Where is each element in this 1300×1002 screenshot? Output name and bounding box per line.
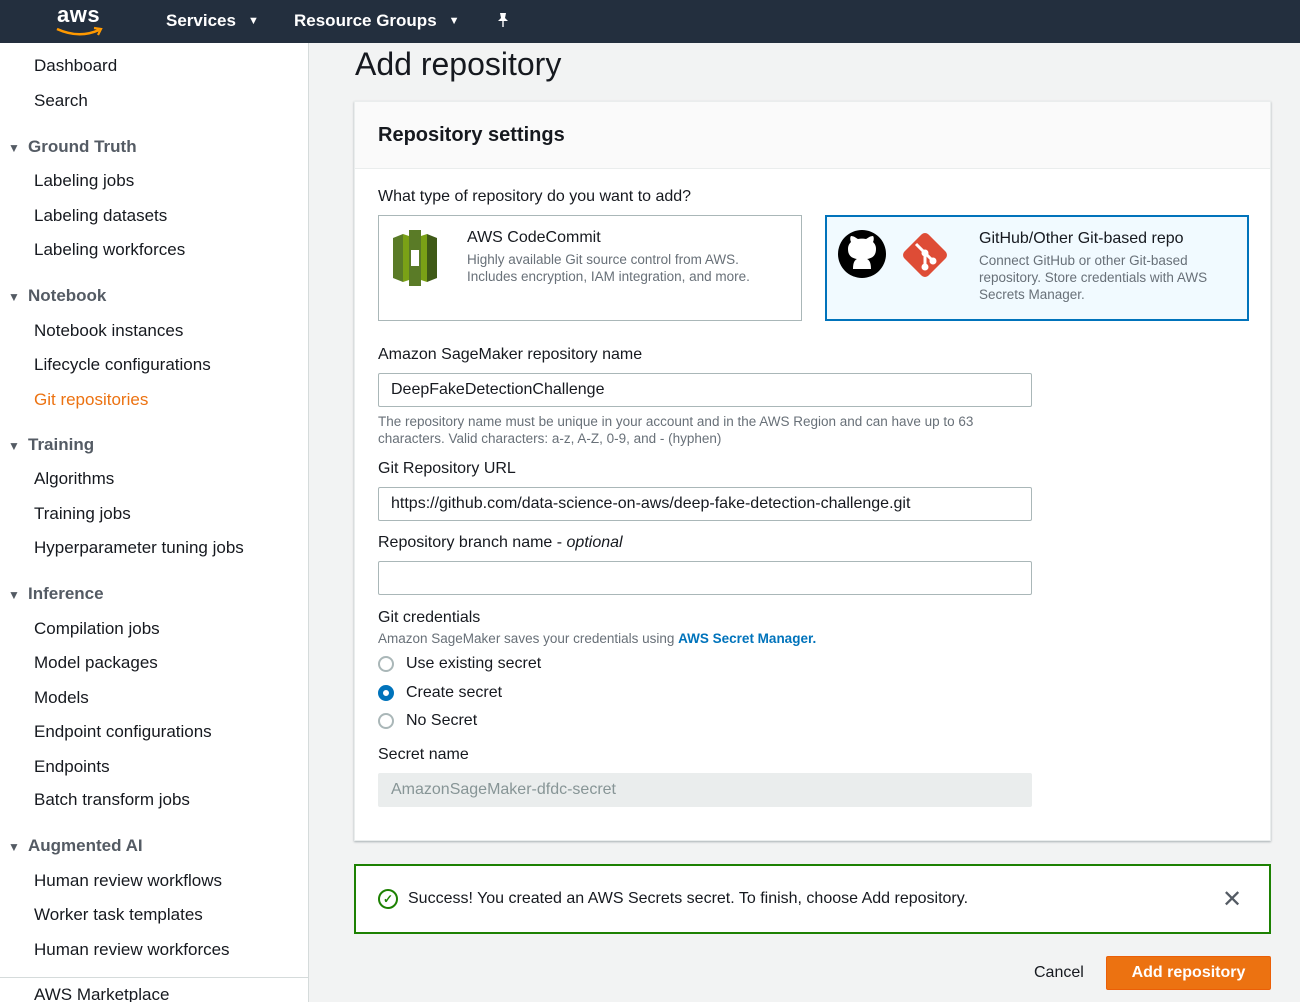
sidebar-item-endpoint-configurations[interactable]: Endpoint configurations: [34, 722, 212, 742]
section-title: Ground Truth: [28, 137, 137, 156]
section-title: Training: [28, 435, 95, 454]
caret-down-icon: ▼: [8, 141, 20, 155]
panel-title: Repository settings: [378, 124, 565, 146]
sidebar-item-aws-marketplace[interactable]: AWS Marketplace: [34, 985, 169, 1002]
aws-logo-text: aws: [57, 2, 101, 27]
sidebar-item-human-review-workforces[interactable]: Human review workforces: [34, 940, 230, 960]
repo-name-hint: The repository name must be unique in yo…: [378, 414, 974, 446]
sidebar-item-models[interactable]: Models: [34, 688, 89, 708]
github-title: GitHub/Other Git-based repo: [979, 230, 1184, 247]
codecommit-option-card[interactable]: AWS CodeCommit Highly available Git sour…: [378, 215, 802, 321]
sidebar-item-labeling-workforces[interactable]: Labeling workforces: [34, 240, 185, 260]
section-title: Inference: [28, 584, 104, 603]
sidebar-item-git-repositories[interactable]: Git repositories: [34, 390, 148, 410]
radio-button-checked[interactable]: [378, 685, 394, 701]
sidebar-item-dashboard[interactable]: Dashboard: [34, 56, 117, 76]
github-description: Connect GitHub or other Git-based reposi…: [979, 253, 1208, 302]
aws-secret-manager-link[interactable]: AWS Secret Manager.: [678, 631, 816, 646]
sidebar-section-ground-truth[interactable]: ▼ Ground Truth: [0, 137, 137, 157]
branch-input[interactable]: [378, 561, 1032, 595]
resource-groups-label: Resource Groups: [294, 11, 437, 30]
panel-header: Repository settings: [355, 102, 1270, 169]
caret-down-icon: ▼: [8, 588, 20, 602]
codecommit-title: AWS CodeCommit: [467, 229, 601, 246]
sidebar-item-search[interactable]: Search: [34, 91, 88, 111]
secret-name-label: Secret name: [378, 746, 469, 763]
sidebar-section-augmented-ai[interactable]: ▼ Augmented AI: [0, 836, 143, 856]
close-icon[interactable]: ✕: [1222, 885, 1242, 914]
branch-optional-text: optional: [566, 534, 623, 551]
radio-button[interactable]: [378, 656, 394, 672]
aws-smile-icon: [56, 26, 103, 36]
resource-groups-menu[interactable]: Resource Groups ▼: [294, 11, 460, 31]
secret-name-input: AmazonSageMaker-dfdc-secret: [378, 773, 1032, 807]
caret-down-icon: ▼: [8, 290, 20, 304]
credentials-hint-text: Amazon SageMaker saves your credentials …: [378, 631, 679, 646]
sidebar-item-training-jobs[interactable]: Training jobs: [34, 504, 131, 524]
chevron-down-icon: ▼: [448, 15, 460, 27]
codecommit-description: Highly available Git source control from…: [467, 252, 750, 284]
sidebar-item-model-packages[interactable]: Model packages: [34, 653, 158, 673]
git-credentials-hint: Amazon SageMaker saves your credentials …: [378, 630, 816, 647]
radio-label: No Secret: [406, 712, 478, 729]
success-flashbar: ✓ Success! You created an AWS Secrets se…: [354, 864, 1271, 934]
radio-no-secret[interactable]: No Secret: [378, 712, 477, 730]
sidebar-section-inference[interactable]: ▼ Inference: [0, 584, 104, 604]
sidebar-item-batch-transform-jobs[interactable]: Batch transform jobs: [34, 790, 190, 810]
sidebar-item-compilation-jobs[interactable]: Compilation jobs: [34, 619, 160, 639]
github-icon: [838, 230, 886, 278]
radio-label: Create secret: [406, 684, 503, 701]
repository-settings-panel: Repository settings What type of reposit…: [354, 101, 1271, 841]
git-url-label: Git Repository URL: [378, 460, 516, 477]
aws-logo[interactable]: aws: [55, 2, 107, 40]
success-message: Success! You created an AWS Secrets secr…: [408, 890, 969, 907]
caret-down-icon: ▼: [8, 840, 20, 854]
caret-down-icon: ▼: [8, 439, 20, 453]
services-label: Services: [166, 11, 236, 30]
pin-icon[interactable]: [496, 12, 510, 33]
git-credentials-label: Git credentials: [378, 609, 481, 626]
sidebar-item-endpoints[interactable]: Endpoints: [34, 757, 110, 777]
codecommit-icon: [393, 230, 437, 286]
check-circle-icon: ✓: [378, 889, 398, 909]
repo-name-input[interactable]: DeepFakeDetectionChallenge: [378, 373, 1032, 407]
git-icon: [903, 233, 947, 277]
github-option-card[interactable]: GitHub/Other Git-based repo Connect GitH…: [825, 215, 1249, 321]
section-title: Augmented AI: [28, 836, 143, 855]
sidebar-item-algorithms[interactable]: Algorithms: [34, 469, 114, 489]
branch-label: Repository branch name - optional: [378, 534, 623, 552]
sidebar-item-labeling-datasets[interactable]: Labeling datasets: [34, 206, 167, 226]
sidebar-divider: [0, 977, 309, 978]
chevron-down-icon: ▼: [247, 15, 259, 27]
sidebar-item-hyperparameter-tuning-jobs[interactable]: Hyperparameter tuning jobs: [34, 538, 244, 558]
branch-label-text: Repository branch name -: [378, 534, 567, 551]
sidebar-item-lifecycle-configurations[interactable]: Lifecycle configurations: [34, 355, 211, 375]
page-title: Add repository: [355, 46, 562, 82]
sidebar: Dashboard Search ▼ Ground Truth Labeling …: [0, 43, 309, 1002]
sidebar-section-notebook[interactable]: ▼ Notebook: [0, 286, 106, 306]
section-title: Notebook: [28, 286, 107, 305]
sidebar-item-notebook-instances[interactable]: Notebook instances: [34, 321, 183, 341]
git-url-input[interactable]: https://github.com/data-science-on-aws/d…: [378, 487, 1032, 521]
sidebar-item-labeling-jobs[interactable]: Labeling jobs: [34, 171, 134, 191]
repo-type-question: What type of repository do you want to a…: [378, 188, 692, 205]
sidebar-item-worker-task-templates[interactable]: Worker task templates: [34, 905, 203, 925]
sidebar-item-human-review-workflows[interactable]: Human review workflows: [34, 871, 222, 891]
radio-label: Use existing secret: [406, 655, 542, 672]
radio-use-existing-secret[interactable]: Use existing secret: [378, 655, 541, 673]
add-repository-button[interactable]: Add repository: [1106, 956, 1271, 990]
services-menu[interactable]: Services ▼: [166, 11, 259, 31]
radio-create-secret[interactable]: Create secret: [378, 684, 502, 702]
top-nav: aws Services ▼ Resource Groups ▼: [0, 0, 1300, 43]
sidebar-section-training[interactable]: ▼ Training: [0, 435, 94, 455]
cancel-button[interactable]: Cancel: [1024, 960, 1094, 986]
radio-button[interactable]: [378, 713, 394, 729]
repo-name-label: Amazon SageMaker repository name: [378, 346, 643, 363]
